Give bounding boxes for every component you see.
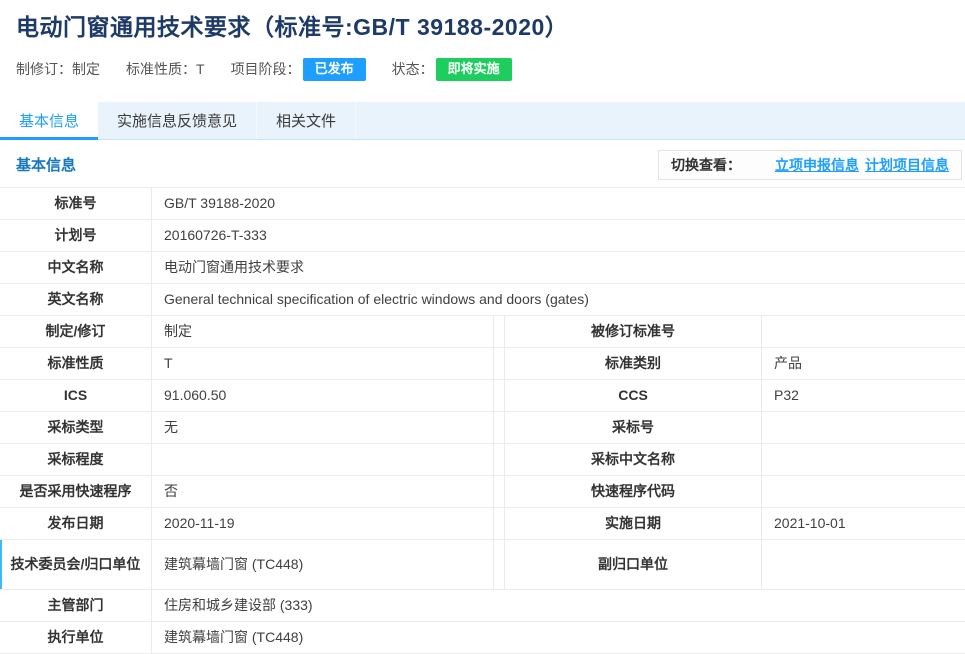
row-value: 2020-11-19 [152,508,494,539]
table-row: 英文名称General technical specification of e… [0,284,965,316]
row-value: 否 [152,476,494,507]
row-label-2: 副归口单位 [504,540,762,589]
row-label: 计划号 [0,220,152,251]
section-header: 基本信息 切换查看： 立项申报信息 计划项目信息 [0,140,965,187]
row-value-2: P32 [762,380,965,411]
table-row: 采标类型无采标号 [0,412,965,444]
table-row: 发布日期2020-11-19 实施日期2021-10-01 [0,508,965,540]
table-row: 技术委员会/归口单位建筑幕墙门窗 (TC448)副归口单位 [0,540,965,590]
row-label: 执行单位 [0,622,152,653]
switch-view-box: 切换查看： 立项申报信息 计划项目信息 [658,150,962,180]
row-value: 制定 [152,316,494,347]
meta-status-label: 状态： [392,59,434,79]
table-row: 制定/修订制定被修订标准号 [0,316,965,348]
row-value: 20160726-T-333 [152,220,965,251]
column-spacer [494,380,504,411]
row-value-2 [762,540,965,589]
column-spacer [494,476,504,507]
row-label-2: 标准类别 [504,348,762,379]
row-value: 电动门窗通用技术要求 [152,252,965,283]
row-value: 住房和城乡建设部 (333) [152,590,965,621]
row-value: T [152,348,494,379]
row-label-2: 被修订标准号 [504,316,762,347]
column-spacer [494,412,504,443]
row-label-2: CCS [504,380,762,411]
info-table: 标准号GB/T 39188-2020计划号20160726-T-333中文名称电… [0,187,965,654]
meta-stage-label: 项目阶段： [231,59,301,79]
link-plan-project-info[interactable]: 计划项目信息 [865,155,949,175]
table-row: 标准性质T 标准类别产品 [0,348,965,380]
link-project-application-info[interactable]: 立项申报信息 [775,155,859,175]
status-badge: 即将实施 [436,58,512,81]
tab-related-files[interactable]: 相关文件 [257,102,356,140]
row-label-2: 采标中文名称 [504,444,762,475]
row-value-2 [762,412,965,443]
row-label-2: 快速程序代码 [504,476,762,507]
meta-nature: 标准性质： T [126,59,205,79]
stage-badge: 已发布 [303,58,366,81]
table-row: 标准号GB/T 39188-2020 [0,188,965,220]
row-label: 标准性质 [0,348,152,379]
row-value [152,444,494,475]
meta-revision-label: 制修订： [16,59,72,79]
row-value: 建筑幕墙门窗 (TC448) [152,622,965,653]
row-label: 中文名称 [0,252,152,283]
column-spacer [494,508,504,539]
row-label: 技术委员会/归口单位 [0,540,152,589]
row-value-2: 2021-10-01 [762,508,965,539]
meta-stage: 项目阶段： 已发布 [231,58,366,81]
row-label: 制定/修订 [0,316,152,347]
table-row: ICS91.060.50 CCSP32 [0,380,965,412]
column-spacer [494,540,504,589]
column-spacer [494,316,504,347]
meta-nature-value: T [196,61,205,77]
table-row: 主管部门住房和城乡建设部 (333) [0,590,965,622]
row-label-2: 实施日期 [504,508,762,539]
row-label: 标准号 [0,188,152,219]
row-value-2 [762,444,965,475]
row-label: 是否采用快速程序 [0,476,152,507]
section-title: 基本信息 [16,154,76,175]
row-label: 发布日期 [0,508,152,539]
meta-status: 状态： 即将实施 [392,58,512,81]
table-row: 是否采用快速程序否快速程序代码 [0,476,965,508]
row-value: 无 [152,412,494,443]
meta-row: 制修订： 制定 标准性质： T 项目阶段： 已发布 状态： 即将实施 [16,58,949,81]
row-value: 91.060.50 [152,380,494,411]
row-value: GB/T 39188-2020 [152,188,965,219]
table-row: 采标程度 采标中文名称 [0,444,965,476]
row-label-2: 采标号 [504,412,762,443]
page-title: 电动门窗通用技术要求（标准号:GB/T 39188-2020） [16,13,949,43]
meta-revision: 制修订： 制定 [16,59,100,79]
row-value: General technical specification of elect… [152,284,965,315]
page-header: 电动门窗通用技术要求（标准号:GB/T 39188-2020） 制修订： 制定 … [0,0,965,81]
table-row: 计划号20160726-T-333 [0,220,965,252]
switch-view-label: 切换查看： [671,155,741,175]
row-label: 主管部门 [0,590,152,621]
column-spacer [494,444,504,475]
table-row: 中文名称电动门窗通用技术要求 [0,252,965,284]
row-label: 英文名称 [0,284,152,315]
row-value-2 [762,476,965,507]
row-value-2 [762,316,965,347]
row-label: 采标类型 [0,412,152,443]
row-value-2: 产品 [762,348,965,379]
row-value: 建筑幕墙门窗 (TC448) [152,540,494,589]
row-label: 采标程度 [0,444,152,475]
meta-nature-label: 标准性质： [126,59,196,79]
column-spacer [494,348,504,379]
tab-implementation-feedback[interactable]: 实施信息反馈意见 [98,102,257,140]
meta-revision-value: 制定 [72,59,100,79]
tab-basic-info[interactable]: 基本信息 [0,102,98,140]
tab-bar: 基本信息 实施信息反馈意见 相关文件 [0,102,965,140]
row-label: ICS [0,380,152,411]
